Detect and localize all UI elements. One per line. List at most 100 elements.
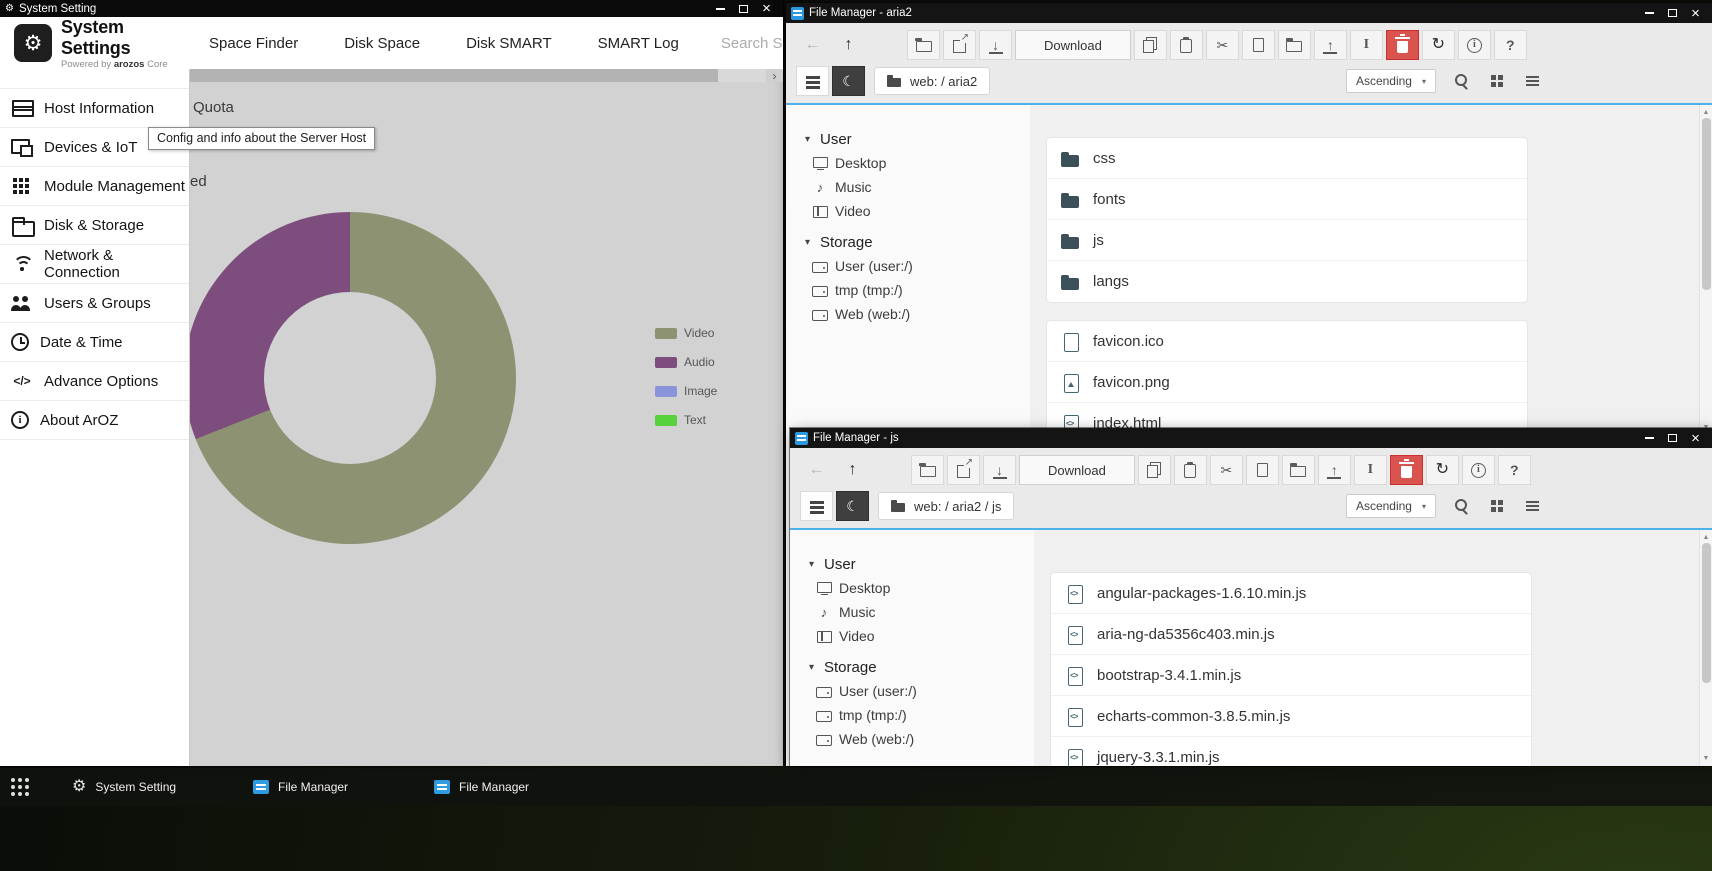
menu-button[interactable] bbox=[796, 66, 829, 96]
sidebar-item-disk-storage[interactable]: Disk & Storage bbox=[0, 206, 189, 245]
menu-button[interactable] bbox=[800, 491, 833, 521]
download-icon-button[interactable]: ↓ bbox=[979, 30, 1012, 60]
maximize-button[interactable] bbox=[1661, 3, 1684, 23]
new-folder-button[interactable] bbox=[1282, 455, 1315, 485]
file-row[interactable]: echarts-common-3.8.5.min.js bbox=[1051, 696, 1531, 737]
sidebar-item-host-information[interactable]: Host Information bbox=[0, 89, 189, 128]
minimize-button[interactable] bbox=[1638, 3, 1661, 23]
up-button[interactable]: ↑ bbox=[836, 455, 869, 485]
theme-toggle-button[interactable]: ☾ bbox=[836, 491, 869, 521]
sort-order-select[interactable]: Ascending ▾ bbox=[1346, 69, 1436, 93]
info-button[interactable]: i bbox=[1458, 30, 1491, 60]
tree-item-user-drive[interactable]: User (user:/) bbox=[806, 679, 1034, 703]
open-folder-button[interactable] bbox=[907, 30, 940, 60]
tree-item-video[interactable]: Video bbox=[806, 624, 1034, 648]
tree-group-storage[interactable]: ▾ Storage bbox=[806, 655, 1034, 679]
open-folder-button[interactable] bbox=[911, 455, 944, 485]
minimize-button[interactable] bbox=[709, 0, 732, 17]
back-button[interactable]: ← bbox=[796, 30, 829, 60]
grid-view-button[interactable] bbox=[1480, 66, 1513, 96]
file-row[interactable]: css bbox=[1047, 138, 1527, 179]
search-button[interactable] bbox=[1444, 66, 1477, 96]
sidebar-item-network-connection[interactable]: Network & Connection bbox=[0, 245, 189, 284]
grid-view-button[interactable] bbox=[1480, 491, 1513, 521]
file-row[interactable]: favicon.png bbox=[1047, 362, 1527, 403]
theme-toggle-button[interactable]: ☾ bbox=[832, 66, 865, 96]
tree-item-user-drive[interactable]: User (user:/) bbox=[802, 254, 1030, 278]
sidebar-item-about-aroz[interactable]: i About ArOZ bbox=[0, 401, 189, 440]
sort-order-select[interactable]: Ascending ▾ bbox=[1346, 494, 1436, 518]
scrollbar-thumb[interactable] bbox=[1702, 118, 1711, 290]
cut-button[interactable]: ✂ bbox=[1206, 30, 1239, 60]
list-view-button[interactable] bbox=[1516, 66, 1549, 96]
tree-item-desktop[interactable]: Desktop bbox=[806, 576, 1034, 600]
sidebar-item-advance-options[interactable]: </> Advance Options bbox=[0, 362, 189, 401]
download-button[interactable]: Download bbox=[1015, 30, 1131, 60]
maximize-button[interactable] bbox=[1661, 428, 1684, 448]
tree-item-music[interactable]: ♪ Music bbox=[806, 600, 1034, 624]
new-file-button[interactable] bbox=[1246, 455, 1279, 485]
fm1-titlebar[interactable]: File Manager - aria2 × bbox=[786, 3, 1712, 23]
search-button[interactable] bbox=[1444, 491, 1477, 521]
file-row[interactable]: langs bbox=[1047, 261, 1527, 302]
info-button[interactable]: i bbox=[1462, 455, 1495, 485]
upload-button[interactable]: ↑ bbox=[1318, 455, 1351, 485]
breadcrumb[interactable]: web: / aria2 / js bbox=[878, 492, 1014, 520]
taskbar-item-file-manager-1[interactable]: File Manager bbox=[225, 768, 406, 806]
copy-button[interactable] bbox=[1138, 455, 1171, 485]
sidebar-item-date-time[interactable]: Date & Time bbox=[0, 323, 189, 362]
hscroll-right-arrow[interactable]: › bbox=[766, 69, 783, 82]
fm2-titlebar[interactable]: File Manager - js × bbox=[790, 428, 1712, 448]
vertical-scrollbar[interactable]: ▲ ▼ bbox=[1699, 105, 1712, 435]
tree-item-web-drive[interactable]: Web (web:/) bbox=[806, 727, 1034, 751]
system-settings-titlebar[interactable]: ⚙ System Setting × bbox=[0, 0, 783, 17]
file-row[interactable]: angular-packages-1.6.10.min.js bbox=[1051, 573, 1531, 614]
sidebar-item-module-management[interactable]: Module Management bbox=[0, 167, 189, 206]
tree-item-tmp-drive[interactable]: tmp (tmp:/) bbox=[802, 278, 1030, 302]
settings-tab[interactable]: Disk Space bbox=[344, 35, 420, 52]
scroll-up-icon[interactable]: ▲ bbox=[1703, 532, 1710, 543]
rename-button[interactable]: I bbox=[1350, 30, 1383, 60]
delete-button[interactable] bbox=[1386, 30, 1419, 60]
paste-button[interactable] bbox=[1170, 30, 1203, 60]
close-button[interactable]: × bbox=[1684, 428, 1707, 448]
paste-button[interactable] bbox=[1174, 455, 1207, 485]
scrollbar-thumb[interactable] bbox=[1702, 543, 1711, 683]
maximize-button[interactable] bbox=[732, 0, 755, 17]
minimize-button[interactable] bbox=[1638, 428, 1661, 448]
refresh-button[interactable]: ↻ bbox=[1426, 455, 1459, 485]
scroll-down-icon[interactable]: ▼ bbox=[1703, 753, 1710, 764]
tree-item-web-drive[interactable]: Web (web:/) bbox=[802, 302, 1030, 326]
close-button[interactable]: × bbox=[755, 0, 778, 17]
taskbar-item-system-setting[interactable]: ⚙ System Setting bbox=[44, 768, 225, 806]
list-view-button[interactable] bbox=[1516, 491, 1549, 521]
file-row[interactable]: js bbox=[1047, 220, 1527, 261]
sidebar-item-users-groups[interactable]: Users & Groups bbox=[0, 284, 189, 323]
delete-button[interactable] bbox=[1390, 455, 1423, 485]
settings-tab[interactable]: Disk SMART bbox=[466, 35, 552, 52]
open-in-new-button[interactable] bbox=[947, 455, 980, 485]
upload-button[interactable]: ↑ bbox=[1314, 30, 1347, 60]
tree-item-tmp-drive[interactable]: tmp (tmp:/) bbox=[806, 703, 1034, 727]
settings-search-input[interactable]: Search Settings... bbox=[721, 35, 783, 52]
back-button[interactable]: ← bbox=[800, 455, 833, 485]
download-icon-button[interactable]: ↓ bbox=[983, 455, 1016, 485]
help-button[interactable]: ? bbox=[1494, 30, 1527, 60]
cut-button[interactable]: ✂ bbox=[1210, 455, 1243, 485]
download-button[interactable]: Download bbox=[1019, 455, 1135, 485]
tree-group-storage[interactable]: ▾ Storage bbox=[802, 230, 1030, 254]
file-row[interactable]: favicon.ico bbox=[1047, 321, 1527, 362]
hscroll-thumb[interactable] bbox=[190, 69, 718, 82]
new-folder-button[interactable] bbox=[1278, 30, 1311, 60]
horizontal-scrollbar[interactable]: › bbox=[190, 69, 783, 82]
vertical-scrollbar[interactable]: ▲ ▼ bbox=[1699, 530, 1712, 766]
new-file-button[interactable] bbox=[1242, 30, 1275, 60]
file-row[interactable]: fonts bbox=[1047, 179, 1527, 220]
settings-tab[interactable]: Space Finder bbox=[209, 35, 298, 52]
file-row[interactable]: jquery-3.3.1.min.js bbox=[1051, 737, 1531, 766]
tree-group-user[interactable]: ▾ User bbox=[806, 552, 1034, 576]
tree-item-desktop[interactable]: Desktop bbox=[802, 151, 1030, 175]
up-button[interactable]: ↑ bbox=[832, 30, 865, 60]
file-row[interactable]: bootstrap-3.4.1.min.js bbox=[1051, 655, 1531, 696]
tree-group-user[interactable]: ▾ User bbox=[802, 127, 1030, 151]
